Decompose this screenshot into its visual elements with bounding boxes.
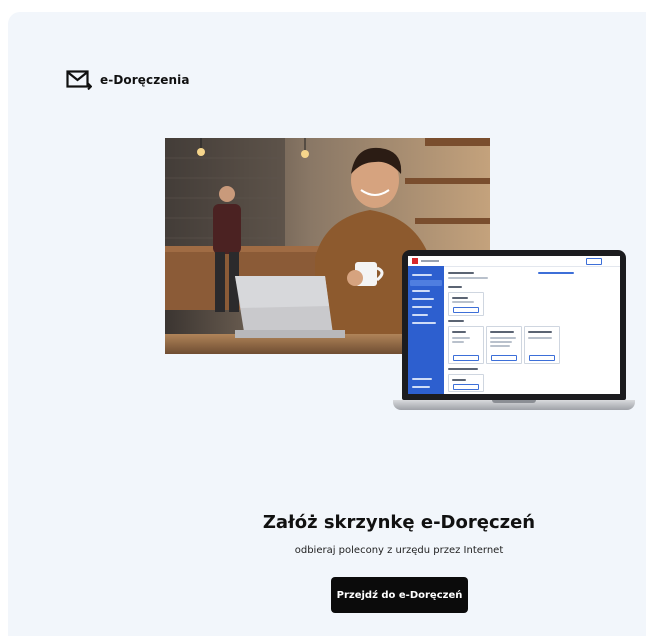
app-main-content bbox=[448, 270, 616, 392]
laptop-lid bbox=[402, 250, 626, 400]
app-sidebar bbox=[408, 266, 444, 394]
go-to-e-doreczenia-button[interactable]: Przejdź do e-Doręczeń bbox=[331, 577, 468, 613]
laptop-mockup bbox=[393, 250, 635, 414]
page-headline: Załóż skrzynkę e-Doręczeń bbox=[262, 512, 536, 533]
app-logo-icon bbox=[412, 258, 418, 264]
app-topbar-button bbox=[586, 258, 602, 265]
brand-name: e-Doręczenia bbox=[100, 73, 190, 87]
page-container: e-Doręczenia Załóż skrzynkę e-Doręczeń o… bbox=[8, 12, 646, 636]
laptop-screen bbox=[408, 256, 620, 394]
page-subheadline: odbieraj polecony z urzędu przez Interne… bbox=[294, 545, 504, 556]
envelope-arrow-icon bbox=[66, 70, 92, 90]
brand-logo-link[interactable]: e-Doręczenia bbox=[66, 70, 190, 90]
